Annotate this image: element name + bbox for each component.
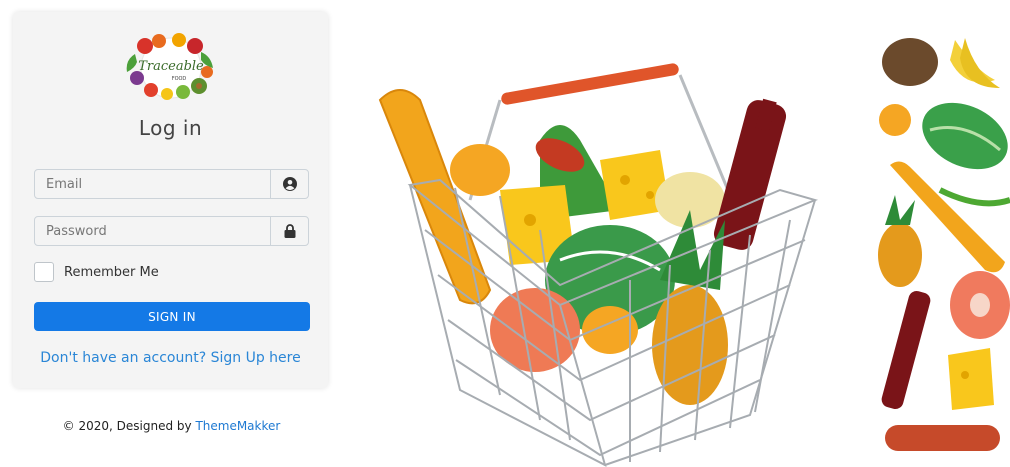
remember-me-checkbox[interactable] — [34, 262, 54, 282]
sign-in-button[interactable]: SIGN IN — [34, 302, 310, 331]
remember-me: Remember Me — [34, 262, 159, 282]
sign-up-link[interactable]: Don't have an account? Sign Up here — [13, 350, 328, 366]
password-addon — [270, 217, 308, 245]
login-card: Traceable FOOD Log in Remember Me SIGN I… — [13, 12, 328, 388]
logo-text: Traceable — [138, 59, 204, 74]
grocery-basket-illustration — [378, 63, 819, 467]
traceable-food-logo: Traceable FOOD — [126, 33, 213, 100]
lock-icon — [284, 224, 295, 238]
footer-copyright: © 2020, Designed by — [62, 419, 196, 433]
password-field[interactable] — [35, 217, 270, 245]
food-items-illustration — [878, 38, 1010, 451]
email-addon — [270, 170, 308, 198]
logo-subtext: FOOD — [172, 76, 187, 82]
email-input-group — [34, 169, 309, 199]
email-field[interactable] — [35, 170, 270, 198]
footer-brand-link[interactable]: ThemeMakker — [195, 419, 280, 433]
page-title: Log in — [138, 116, 203, 140]
password-input-group — [34, 216, 309, 246]
remember-me-label[interactable]: Remember Me — [64, 265, 159, 280]
user-circle-icon — [282, 177, 297, 191]
footer: © 2020, Designed by ThemeMakker — [0, 419, 343, 433]
